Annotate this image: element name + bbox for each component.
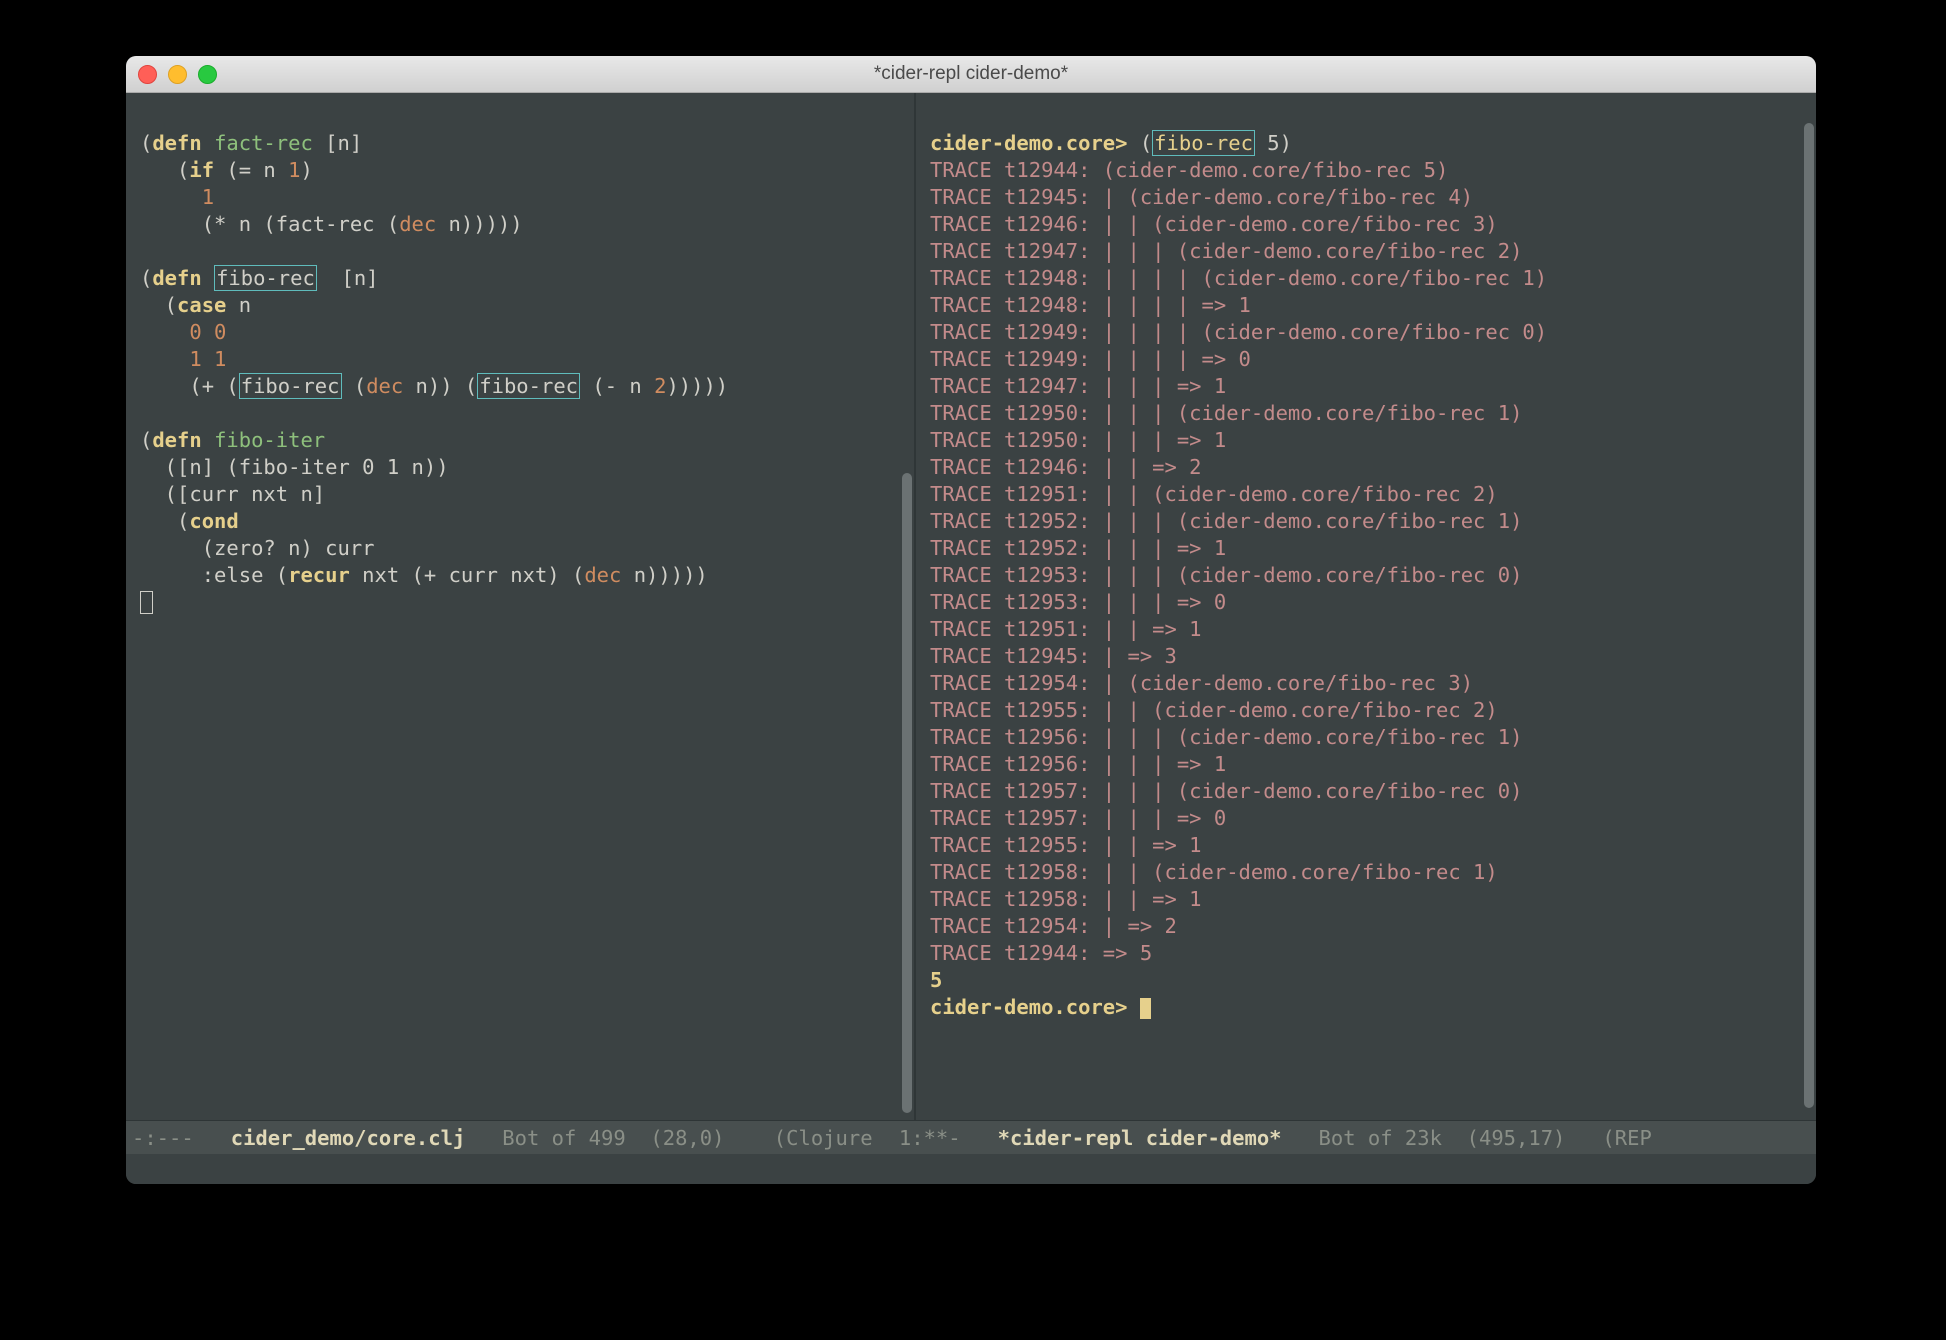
trace-line: TRACE t12956: | | | => 1: [930, 752, 1226, 776]
trace-line: TRACE t12950: | | | => 1: [930, 428, 1226, 452]
close-icon[interactable]: [138, 65, 157, 84]
modeline-left-buffer[interactable]: cider_demo/core.clj: [231, 1126, 466, 1150]
trace-line: TRACE t12951: | | => 1: [930, 617, 1202, 641]
trace-line: TRACE t12947: | | | => 1: [930, 374, 1226, 398]
if-keyword: if: [189, 158, 214, 182]
fn-name-fibo-iter: fibo-iter: [214, 428, 325, 452]
trace-line: TRACE t12946: | | => 2: [930, 455, 1202, 479]
fn-name-fibo-rec: fibo-rec: [214, 265, 317, 291]
trace-line: TRACE t12952: | | | => 1: [930, 536, 1226, 560]
fn-name-fact-rec: fact-rec: [214, 131, 313, 155]
window-titlebar[interactable]: *cider-repl cider-demo*: [126, 56, 1816, 93]
trace-line: TRACE t12954: | (cider-demo.core/fibo-re…: [930, 671, 1473, 695]
trace-line: TRACE t12945: | (cider-demo.core/fibo-re…: [930, 185, 1473, 209]
modeline: -:--- cider_demo/core.clj Bot of 499 (28…: [126, 1120, 1816, 1154]
trace-line: TRACE t12947: | | | (cider-demo.core/fib…: [930, 239, 1522, 263]
modeline-right-mode: (REP: [1565, 1126, 1651, 1150]
repl-pane[interactable]: cider-demo.core> (fibo-rec 5) TRACE t129…: [916, 93, 1816, 1120]
cond-keyword: cond: [189, 509, 238, 533]
trace-line: TRACE t12953: | | | => 0: [930, 590, 1226, 614]
trace-line: TRACE t12958: | | => 1: [930, 887, 1202, 911]
trace-line: TRACE t12948: | | | | => 1: [930, 293, 1251, 317]
trace-line: TRACE t12955: | | (cider-demo.core/fibo-…: [930, 698, 1498, 722]
trace-line: TRACE t12952: | | | (cider-demo.core/fib…: [930, 509, 1522, 533]
editor-area: (defn fact-rec [n] (if (= n 1) 1 (* n (f…: [126, 93, 1816, 1120]
trace-line: TRACE t12944: (cider-demo.core/fibo-rec …: [930, 158, 1448, 182]
defn-keyword: defn: [152, 428, 214, 452]
trace-line: TRACE t12958: | | (cider-demo.core/fibo-…: [930, 860, 1498, 884]
zoom-icon[interactable]: [198, 65, 217, 84]
modeline-left-mode: (Clojure: [724, 1126, 884, 1150]
trace-line: TRACE t12945: | => 3: [930, 644, 1177, 668]
trace-line: TRACE t12951: | | (cider-demo.core/fibo-…: [930, 482, 1498, 506]
trace-line: TRACE t12949: | | | | => 0: [930, 347, 1251, 371]
trace-line: TRACE t12950: | | | (cider-demo.core/fib…: [930, 401, 1522, 425]
fibo-rec-ref: fibo-rec: [239, 373, 342, 399]
scrollbar-left[interactable]: [902, 473, 912, 1113]
minibuffer[interactable]: [126, 1154, 1816, 1184]
repl-result: 5: [930, 968, 942, 992]
defn-keyword: defn: [152, 131, 214, 155]
modeline-left-flags: -:---: [132, 1126, 231, 1150]
trace-line: TRACE t12944: => 5: [930, 941, 1152, 965]
emacs-window: *cider-repl cider-demo* (defn fact-rec […: [126, 56, 1816, 1184]
scrollbar-right[interactable]: [1804, 123, 1814, 1108]
fibo-rec-ref: fibo-rec: [477, 373, 580, 399]
trace-line: TRACE t12949: | | | | (cider-demo.core/f…: [930, 320, 1547, 344]
trace-line: TRACE t12955: | | => 1: [930, 833, 1202, 857]
repl-cursor: [1140, 998, 1151, 1019]
trace-line: TRACE t12946: | | (cider-demo.core/fibo-…: [930, 212, 1498, 236]
traffic-lights: [138, 65, 217, 84]
trace-line: TRACE t12956: | | | (cider-demo.core/fib…: [930, 725, 1522, 749]
case-keyword: case: [177, 293, 226, 317]
recur-keyword: recur: [288, 563, 350, 587]
repl-prompt-2: cider-demo.core>: [930, 995, 1127, 1019]
window-title: *cider-repl cider-demo*: [126, 63, 1816, 85]
defn-keyword: defn: [152, 266, 214, 290]
modeline-left-pos: Bot of 499 (28,0): [465, 1126, 724, 1150]
source-pane[interactable]: (defn fact-rec [n] (if (= n 1) 1 (* n (f…: [126, 93, 916, 1120]
trace-line: TRACE t12953: | | | (cider-demo.core/fib…: [930, 563, 1522, 587]
trace-line: TRACE t12948: | | | | (cider-demo.core/f…: [930, 266, 1547, 290]
modeline-right-pos: Bot of 23k (495,17): [1282, 1126, 1566, 1150]
minimize-icon[interactable]: [168, 65, 187, 84]
cursor: [140, 591, 153, 614]
modeline-right-buffer[interactable]: *cider-repl cider-demo*: [998, 1126, 1282, 1150]
repl-input-fn: fibo-rec: [1152, 130, 1255, 156]
modeline-right-flags: 1:**-: [899, 1126, 998, 1150]
trace-line: TRACE t12957: | | | (cider-demo.core/fib…: [930, 779, 1522, 803]
repl-prompt: cider-demo.core>: [930, 131, 1127, 155]
trace-line: TRACE t12957: | | | => 0: [930, 806, 1226, 830]
trace-line: TRACE t12954: | => 2: [930, 914, 1177, 938]
